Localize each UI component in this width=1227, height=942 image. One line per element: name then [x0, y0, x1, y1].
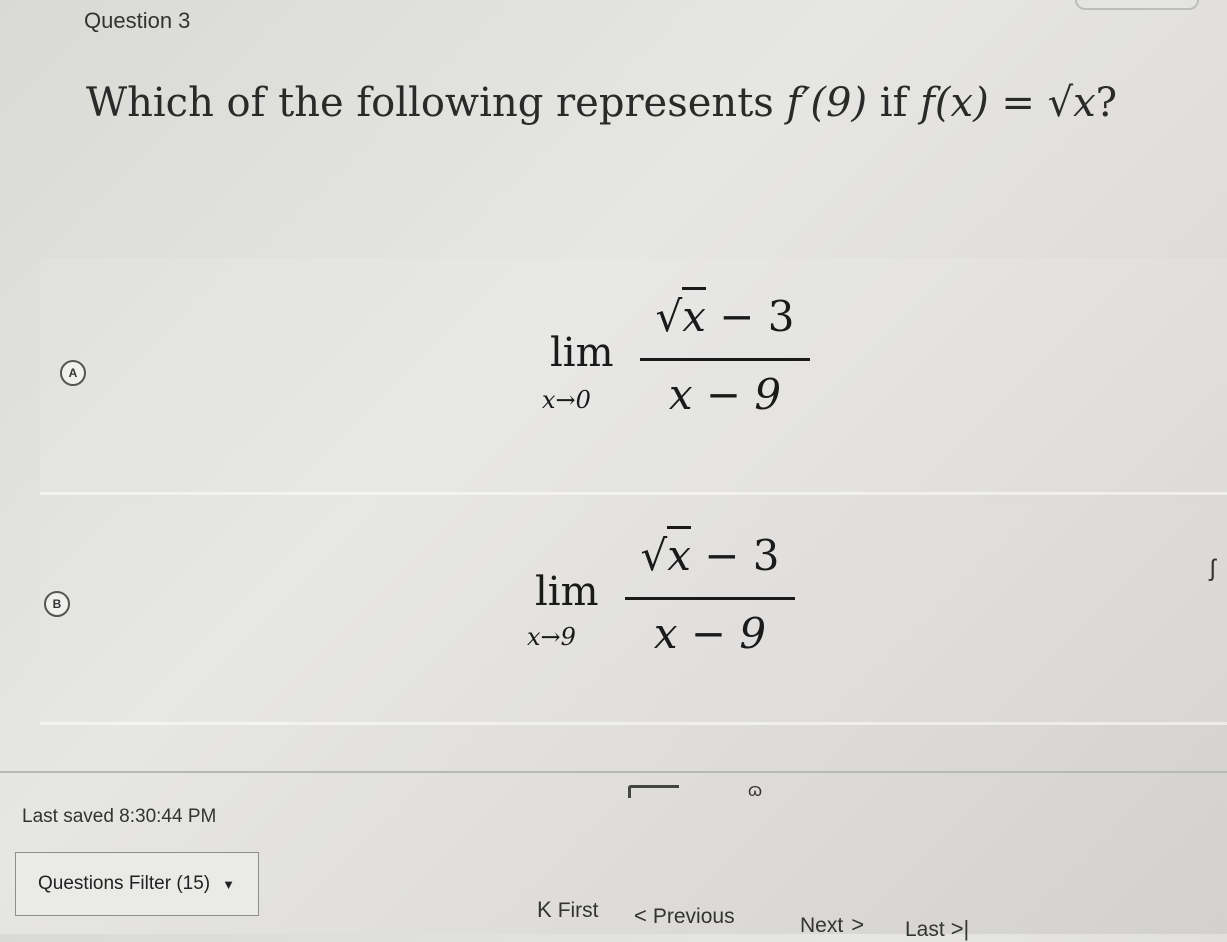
denominator-b: x − 9: [625, 609, 795, 658]
option-separator: [40, 492, 1227, 495]
edge-mark: ʃ: [1210, 555, 1216, 582]
chevron-left-icon: <: [634, 903, 647, 928]
fraction-a: √x − 3 x − 9: [640, 287, 810, 428]
denominator-a: x − 9: [640, 370, 810, 419]
fraction-b: √x − 3 x − 9: [625, 525, 795, 665]
question-function-definition: f(x) = √x: [920, 80, 1096, 126]
lim-sub-b: x→9: [527, 623, 576, 651]
numerator-a: √x − 3: [640, 287, 810, 341]
question-number: Question 3: [84, 8, 191, 33]
nav-previous-button[interactable]: < Previous: [634, 903, 735, 929]
numerator-var-a: x: [682, 287, 706, 341]
nav-first-label: First: [557, 899, 599, 922]
option-a[interactable]: A lim x→0 √x − 3 x − 9: [40, 258, 1227, 493]
footer-divider: [0, 771, 1227, 773]
option-separator-bottom: [40, 722, 1227, 725]
nav-previous-label: Previous: [652, 905, 735, 928]
radio-option-a[interactable]: A: [60, 360, 86, 386]
chevron-right-icon: >: [851, 912, 865, 937]
formula-option-a: lim x→0 √x − 3 x − 9: [500, 287, 820, 448]
formula-option-b: lim x→9 √x − 3 x − 9: [485, 525, 805, 685]
top-right-button[interactable]: [1075, 0, 1199, 10]
last-page-icon: >|: [950, 916, 970, 941]
caret-down-icon: ▼: [222, 876, 235, 892]
partial-radical-sign: [628, 785, 679, 798]
question-text-mid: if: [867, 80, 921, 126]
question-text-end: ?: [1095, 80, 1118, 126]
option-b[interactable]: B lim x→9 √x − 3 x − 9: [40, 497, 1227, 722]
nav-first-button[interactable]: K First: [537, 897, 599, 923]
lim-word-a: lim: [550, 330, 614, 376]
denominator-text-a: x − 9: [668, 370, 782, 419]
first-page-icon: K: [537, 897, 552, 922]
question-text: Which of the following represents f′(9) …: [86, 80, 1117, 126]
questions-filter-label: Questions Filter (15): [38, 873, 211, 894]
lim-word-b: lim: [535, 569, 599, 615]
denominator-text-b: x − 9: [653, 609, 767, 658]
numerator-b: √x − 3: [625, 526, 795, 580]
radio-letter-b: B: [52, 597, 62, 611]
lim-sub-a: x→0: [542, 386, 591, 414]
question-text-start: Which of the following represents: [86, 80, 787, 126]
numerator-rest-b: − 3: [690, 531, 780, 580]
question-fprime: f′(9): [786, 80, 868, 126]
nav-last-label: Last: [905, 918, 945, 941]
nav-last-button[interactable]: Last >|: [905, 916, 975, 942]
numerator-rest-a: − 3: [705, 292, 795, 341]
fraction-bar-a: [640, 358, 810, 361]
partial-glyph: ɷ: [748, 780, 763, 800]
questions-filter-button[interactable]: Questions Filter (15) ▼: [15, 852, 259, 916]
last-saved-status: Last saved 8:30:44 PM: [22, 806, 217, 827]
fraction-bar-b: [625, 597, 795, 600]
radio-letter-a: A: [68, 366, 78, 380]
numerator-var-b: x: [667, 526, 691, 580]
nav-next-button[interactable]: Next >: [800, 912, 870, 938]
radio-option-b[interactable]: B: [44, 591, 70, 617]
